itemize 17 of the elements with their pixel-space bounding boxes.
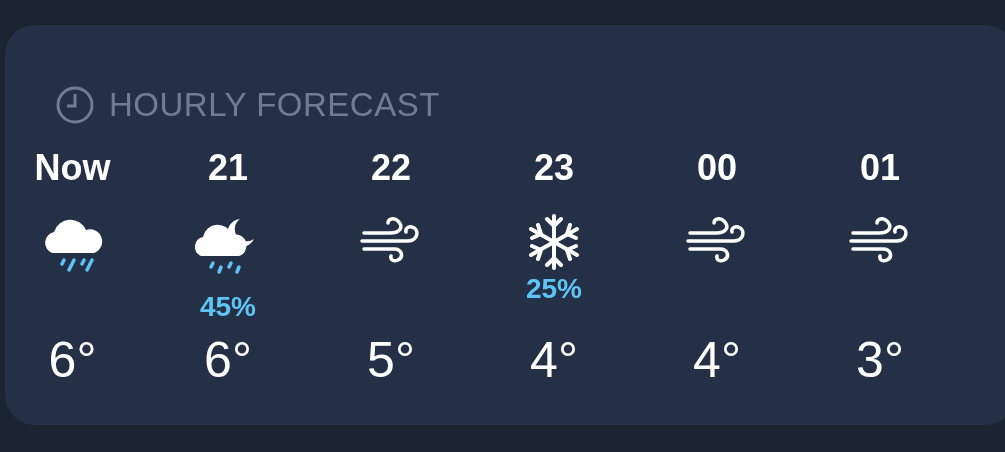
hour-label: 21 [207, 147, 248, 190]
hour-label: Now [34, 147, 111, 190]
temperature: 6° [204, 331, 252, 389]
temperature: 3° [856, 331, 904, 389]
hour-label: 01 [859, 147, 900, 190]
precipitation-chance: 45% [199, 291, 256, 323]
hour-label: 23 [533, 147, 574, 190]
temperature: 4° [530, 331, 578, 389]
section-title: HOURLY FORECAST [109, 86, 440, 124]
temperature: 5° [367, 331, 415, 389]
temperature: 4° [693, 331, 741, 389]
snowflake-icon [526, 213, 582, 271]
temperature: 6° [48, 331, 97, 389]
precipitation-chance: 25% [525, 273, 582, 305]
hour-label: 00 [696, 147, 737, 190]
clock-icon [55, 85, 95, 125]
hour-label: 22 [370, 147, 411, 190]
